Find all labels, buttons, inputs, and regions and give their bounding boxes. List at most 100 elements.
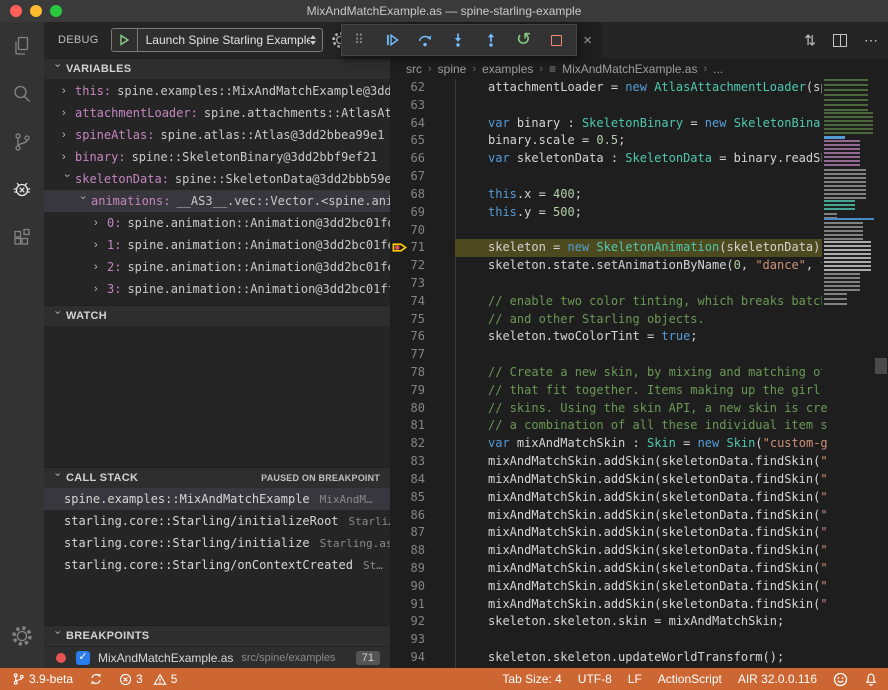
code-line[interactable]: 93 (390, 631, 888, 649)
code-line[interactable]: 85mixAndMatchSkin.addSkin(skeletonData.f… (390, 489, 888, 507)
minimap[interactable] (822, 79, 874, 399)
manage-gear-icon[interactable] (0, 612, 44, 660)
chevron-right-icon[interactable]: › (62, 146, 75, 168)
minimize-window-icon[interactable] (30, 5, 42, 17)
code-lines[interactable]: 62attachmentLoader = new AtlasAttachment… (390, 79, 888, 667)
chevron-right-icon[interactable]: › (94, 234, 107, 256)
line-number[interactable]: 70 (390, 222, 425, 240)
line-number[interactable]: 88 (390, 542, 425, 560)
open-changes-icon[interactable]: ⇅ (804, 32, 816, 49)
code-line[interactable]: 90mixAndMatchSkin.addSkin(skeletonData.f… (390, 578, 888, 596)
code-editor[interactable]: 62attachmentLoader = new AtlasAttachment… (390, 79, 888, 668)
code-line[interactable]: 82var mixAndMatchSkin : Skin = new Skin(… (390, 435, 888, 453)
breadcrumb-item[interactable]: spine (438, 62, 467, 76)
line-number[interactable]: 68 (390, 186, 425, 204)
variable-row[interactable]: ›spineAtlas:spine.atlas::Atlas@3dd2bbea9… (44, 124, 390, 146)
code-line[interactable]: 64var binary : SkeletonBinary = new Skel… (390, 115, 888, 133)
code-line[interactable]: 66var skeletonData : SkeletonData = bina… (390, 150, 888, 168)
chevron-right-icon[interactable]: › (94, 212, 107, 234)
call-stack-section-header[interactable]: › CALL STACK PAUSED ON BREAKPOINT (44, 467, 390, 488)
variable-row[interactable]: ›skeletonData:spine::SkeletonData@3dd2bb… (44, 168, 390, 190)
code-line[interactable]: 72skeleton.state.setAnimationByName(0, "… (390, 257, 888, 275)
line-number[interactable]: 74 (390, 293, 425, 311)
line-number[interactable]: 94 (390, 649, 425, 667)
code-line[interactable]: 69this.y = 500; (390, 204, 888, 222)
vertical-scrollbar[interactable] (874, 79, 888, 668)
line-number[interactable]: 72 (390, 257, 425, 275)
variable-row[interactable]: ›0:spine.animation::Animation@3dd2bc01fd… (44, 212, 390, 234)
eol-item[interactable]: LF (628, 672, 642, 686)
chevron-down-icon[interactable]: › (72, 196, 94, 209)
call-stack-frame[interactable]: spine.examples::MixAndMatchExampleMixAnd… (44, 488, 390, 510)
continue-icon[interactable] (375, 24, 408, 56)
chevron-right-icon[interactable]: › (94, 256, 107, 278)
line-number[interactable]: 64 (390, 115, 425, 133)
line-number[interactable]: 89 (390, 560, 425, 578)
line-number[interactable]: 84 (390, 471, 425, 489)
step-into-icon[interactable] (441, 24, 474, 56)
line-number[interactable]: 83 (390, 453, 425, 471)
explorer-icon[interactable] (0, 22, 44, 70)
notifications-bell-icon[interactable] (864, 672, 878, 687)
line-number[interactable]: 67 (390, 168, 425, 186)
variable-row[interactable]: ›attachmentLoader:spine.attachments::Atl… (44, 102, 390, 124)
code-line[interactable]: 92skeleton.skeleton.skin = mixAndMatchSk… (390, 613, 888, 631)
code-line[interactable]: 86mixAndMatchSkin.addSkin(skeletonData.f… (390, 507, 888, 525)
chevron-down-icon[interactable]: › (56, 174, 78, 187)
line-number[interactable]: 66 (390, 150, 425, 168)
code-line[interactable]: 75// and other Starling objects. (390, 311, 888, 329)
sync-item[interactable] (89, 672, 103, 686)
code-line[interactable]: 77 (390, 346, 888, 364)
line-number[interactable]: 82 (390, 435, 425, 453)
search-icon[interactable] (0, 70, 44, 118)
variable-row[interactable]: ›binary:spine::SkeletonBinary@3dd2bbf9ef… (44, 146, 390, 168)
maximize-window-icon[interactable] (50, 5, 62, 17)
variable-row[interactable]: ›animations:__AS3__.vec::Vector.<spine.a… (44, 190, 390, 212)
line-number[interactable]: 79 (390, 382, 425, 400)
code-line[interactable]: 80// skins. Using the skin API, a new sk… (390, 400, 888, 418)
breadcrumb[interactable]: src›spine›examples›≡MixAndMatchExample.a… (390, 58, 888, 79)
code-line[interactable]: 81// a combination of all these individu… (390, 417, 888, 435)
code-line[interactable]: 68this.x = 400; (390, 186, 888, 204)
watch-section-header[interactable]: › WATCH (44, 305, 390, 326)
stop-icon[interactable] (540, 24, 573, 56)
runtime-item[interactable]: AIR 32.0.0.116 (738, 672, 817, 686)
breadcrumb-item[interactable]: examples (482, 62, 533, 76)
variable-row[interactable]: ›1:spine.animation::Animation@3dd2bc01fe… (44, 234, 390, 256)
code-line[interactable]: 89mixAndMatchSkin.addSkin(skeletonData.f… (390, 560, 888, 578)
line-number[interactable]: 78 (390, 364, 425, 382)
breadcrumb-item[interactable]: src (406, 62, 422, 76)
code-line[interactable]: 91mixAndMatchSkin.addSkin(skeletonData.f… (390, 596, 888, 614)
close-tab-icon[interactable]: × (583, 32, 592, 49)
code-line[interactable]: 94skeleton.skeleton.updateWorldTransform… (390, 649, 888, 667)
line-number[interactable]: 62 (390, 79, 425, 97)
code-line[interactable]: 67 (390, 168, 888, 186)
launch-config-select[interactable]: Launch Spine Starling Example (111, 28, 323, 52)
step-over-icon[interactable] (408, 24, 441, 56)
call-stack-frame[interactable]: starling.core::Starling/onContextCreated… (44, 554, 390, 576)
step-out-icon[interactable] (474, 24, 507, 56)
variable-row[interactable]: ›2:spine.animation::Animation@3dd2bc01fe… (44, 256, 390, 278)
line-number[interactable]: 75 (390, 311, 425, 329)
line-number[interactable]: 73 (390, 275, 425, 293)
variable-row[interactable]: ›3:spine.animation::Animation@3dd2bc01ff… (44, 278, 390, 300)
git-branch-item[interactable]: 3.9-beta (12, 672, 73, 686)
code-line-current[interactable]: 71skeleton = new SkeletonAnimation(skele… (390, 239, 888, 257)
line-number[interactable]: 87 (390, 524, 425, 542)
feedback-smiley-icon[interactable] (833, 672, 848, 687)
extensions-icon[interactable] (0, 214, 44, 262)
call-stack-frame[interactable]: starling.core::Starling/initializeStarli… (44, 532, 390, 554)
code-line[interactable]: 79// that fit together. Items making up … (390, 382, 888, 400)
breadcrumb-item[interactable]: ... (713, 62, 723, 76)
start-debug-icon[interactable] (112, 29, 138, 51)
code-line[interactable]: 65binary.scale = 0.5; (390, 132, 888, 150)
line-number[interactable]: 63 (390, 97, 425, 115)
chevron-right-icon[interactable]: › (94, 278, 107, 300)
code-line[interactable]: 70 (390, 222, 888, 240)
chevron-right-icon[interactable]: › (62, 124, 75, 146)
paused-breakpoint-arrow-icon[interactable] (392, 240, 407, 255)
breakpoints-section-header[interactable]: › BREAKPOINTS (44, 625, 390, 646)
variable-row[interactable]: ›this:spine.examples::MixAndMatchExample… (44, 80, 390, 102)
chevron-right-icon[interactable]: › (62, 102, 75, 124)
line-number[interactable]: 77 (390, 346, 425, 364)
